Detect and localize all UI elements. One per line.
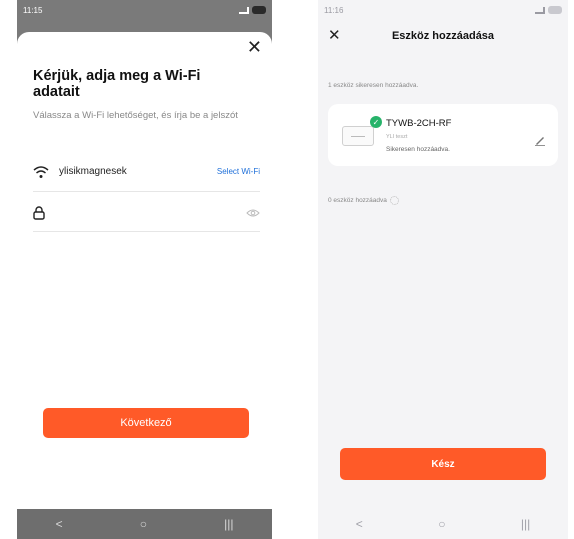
device-image [342, 126, 374, 146]
next-button[interactable]: Következő [43, 408, 249, 438]
status-time: 11:16 [324, 5, 344, 15]
password-field[interactable] [33, 194, 260, 232]
battery-icon [548, 6, 562, 14]
nav-bar: < ○ ||| [318, 509, 568, 539]
check-icon: ✓ [370, 116, 382, 128]
status-bar: 11:16 [318, 0, 568, 20]
recents-icon[interactable]: ||| [521, 517, 530, 531]
done-button[interactable]: Kész [340, 448, 546, 480]
edit-icon[interactable] [534, 134, 546, 146]
select-wifi-link[interactable]: Select Wi-Fi [217, 167, 260, 176]
nav-bar: < ○ ||| [17, 509, 272, 539]
status-time: 11:15 [23, 5, 43, 15]
status-bar: 11:15 [17, 0, 272, 20]
device-name: TYWB-2CH-RF [386, 118, 452, 129]
page-title: Kérjük, adja meg a Wi-Fi adatait [33, 68, 201, 100]
device-room: YLI teszt [386, 134, 408, 140]
back-icon[interactable]: < [356, 517, 363, 531]
success-count: 1 eszköz sikeresen hozzáadva. [328, 82, 419, 89]
add-device-screen: 11:16 ✕ Eszköz hozzáadása 1 eszköz siker… [318, 0, 568, 539]
device-status: Sikeresen hozzáadva. [386, 146, 450, 153]
home-icon[interactable]: ○ [140, 517, 147, 531]
signal-icon [535, 6, 545, 14]
home-icon[interactable]: ○ [438, 517, 445, 531]
recents-icon[interactable]: ||| [224, 517, 233, 531]
lock-icon [33, 205, 45, 220]
spinner-icon [389, 196, 399, 205]
device-card[interactable]: ✓ TYWB-2CH-RF YLI teszt Sikeresen hozzáa… [328, 104, 558, 166]
wifi-icon [33, 165, 49, 178]
page-title: Eszköz hozzáadása [391, 30, 495, 42]
page-subtitle: Válassza a Wi-Fi lehetőséget, és írja be… [33, 110, 238, 121]
wifi-network-row[interactable]: ylisikmagnesek Select Wi-Fi [33, 152, 260, 192]
adding-count-text: 0 eszköz hozzáadva [328, 197, 387, 204]
back-icon[interactable]: < [56, 517, 63, 531]
wifi-name: ylisikmagnesek [59, 166, 127, 177]
battery-icon [252, 6, 266, 14]
wifi-sheet: ✕ Kérjük, adja meg a Wi-Fi adatait Válas… [17, 32, 272, 509]
adding-count: 0 eszköz hozzáadva [328, 196, 399, 205]
eye-icon[interactable] [246, 208, 260, 218]
wifi-setup-screen: 11:15 ✕ Kérjük, adja meg a Wi-Fi adatait… [17, 0, 272, 539]
close-icon[interactable]: ✕ [247, 38, 262, 56]
signal-icon [239, 6, 249, 14]
